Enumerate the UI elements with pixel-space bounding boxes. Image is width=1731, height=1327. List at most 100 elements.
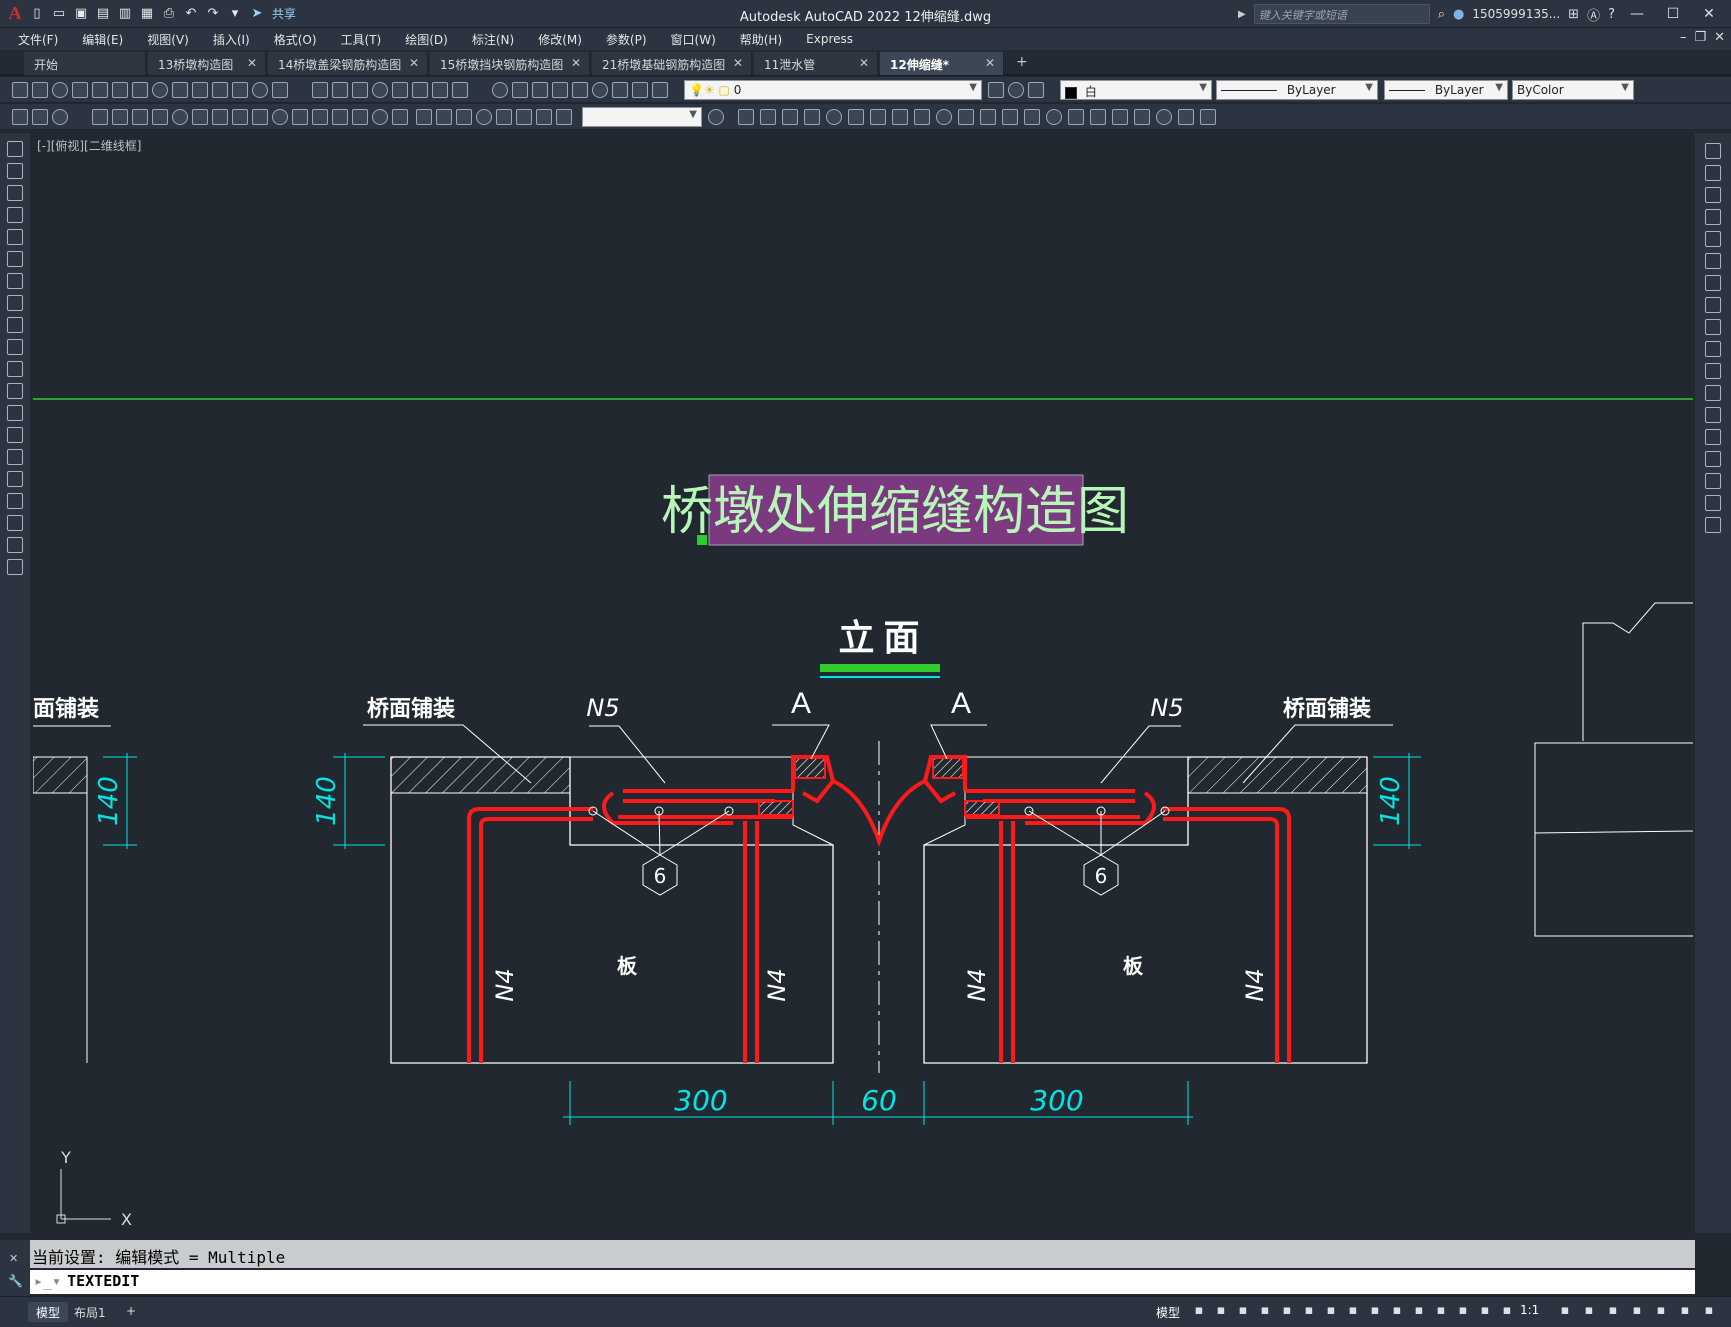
- color-dropdown[interactable]: 白 ▼: [1060, 80, 1212, 100]
- tab-21[interactable]: 21桥墩基础钢筋构造图 ✕: [592, 52, 752, 75]
- command-grip[interactable]: ✕ 🔧: [0, 1240, 30, 1296]
- draw-tool-icon[interactable]: [7, 449, 23, 465]
- doc-restore-button[interactable]: ❐: [1694, 30, 1706, 45]
- modify-tool-icon[interactable]: [1705, 429, 1721, 445]
- dimension-tool-icon[interactable]: [760, 109, 776, 125]
- tab-12-active[interactable]: 12伸缩缝* ✕: [880, 52, 1004, 75]
- status-toggle-icon[interactable]: ▪: [1366, 1303, 1384, 1321]
- draw-tool-icon[interactable]: [7, 515, 23, 531]
- status-toggle-icon[interactable]: ▪: [1498, 1303, 1516, 1321]
- modify-tool-icon[interactable]: [1705, 407, 1721, 423]
- dimension-tool-icon[interactable]: [1068, 109, 1084, 125]
- menu-view[interactable]: 视图(V): [135, 31, 201, 48]
- dimension-tool-icon[interactable]: [1112, 109, 1128, 125]
- dimension-tool-icon[interactable]: [1200, 109, 1216, 125]
- drawing-canvas[interactable]: 桥墩处伸缩缝构造图 立 面 面铺装 140 桥面铺装 6 N5 A 板 N4 N…: [33, 133, 1693, 1235]
- draw-tool-icon[interactable]: [7, 471, 23, 487]
- menu-format[interactable]: 格式(O): [262, 31, 329, 48]
- dimension-tool-icon[interactable]: [914, 109, 930, 125]
- draw-tool-icon[interactable]: [7, 207, 23, 223]
- tab-15[interactable]: 15桥墩挡块钢筋构造图 ✕: [430, 52, 590, 75]
- menu-modify[interactable]: 修改(M): [526, 31, 594, 48]
- close-icon[interactable]: ✕: [859, 56, 869, 70]
- standard-tool-icon[interactable]: [132, 82, 148, 98]
- status-toggle-icon[interactable]: ▪: [1300, 1303, 1318, 1321]
- dimension-tool-icon[interactable]: [870, 109, 886, 125]
- dimension-tool-icon[interactable]: [392, 109, 408, 125]
- draw-tool-icon[interactable]: [7, 229, 23, 245]
- close-icon[interactable]: ✕: [985, 56, 995, 70]
- search-icon[interactable]: ⌕: [1438, 7, 1445, 22]
- standard-tool-icon[interactable]: [52, 82, 68, 98]
- user-icon[interactable]: ●: [1453, 7, 1464, 22]
- dimension-tool-icon[interactable]: [232, 109, 248, 125]
- layout-tab-model[interactable]: 模型: [28, 1302, 69, 1322]
- main-title[interactable]: 桥墩处伸缩缝构造图: [661, 483, 1129, 541]
- dimension-tool-icon[interactable]: [456, 109, 472, 125]
- dimension-tool-icon[interactable]: [738, 109, 754, 125]
- draw-tool-icon[interactable]: [7, 559, 23, 575]
- modify-tool-icon[interactable]: [1705, 385, 1721, 401]
- dimension-tool-icon[interactable]: [1024, 109, 1040, 125]
- draw-tool-icon[interactable]: [7, 163, 23, 179]
- status-tool-icon[interactable]: ▪: [1580, 1303, 1598, 1321]
- dimension-tool-icon[interactable]: [1090, 109, 1106, 125]
- standard-tool-icon[interactable]: [1028, 82, 1044, 98]
- standard-tool-icon[interactable]: [212, 82, 228, 98]
- menu-edit[interactable]: 编辑(E): [70, 31, 135, 48]
- draw-tool-icon[interactable]: [7, 361, 23, 377]
- dimension-tool-icon[interactable]: [958, 109, 974, 125]
- standard-tool-icon[interactable]: [1008, 82, 1024, 98]
- status-toggle-icon[interactable]: ▪: [1432, 1303, 1450, 1321]
- standard-tool-icon[interactable]: [552, 82, 568, 98]
- dimension-tool-icon[interactable]: [936, 109, 952, 125]
- status-toggle-icon[interactable]: ▪: [1322, 1303, 1340, 1321]
- status-tool-icon[interactable]: ▪: [1700, 1303, 1718, 1321]
- modify-tool-icon[interactable]: [1705, 297, 1721, 313]
- status-toggle-icon[interactable]: ▪: [1410, 1303, 1428, 1321]
- dimension-tool-icon[interactable]: [804, 109, 820, 125]
- standard-tool-icon[interactable]: [272, 82, 288, 98]
- modify-tool-icon[interactable]: [1705, 209, 1721, 225]
- status-tool-icon[interactable]: ▪: [1628, 1303, 1646, 1321]
- dimension-tool-icon[interactable]: [536, 109, 552, 125]
- dimension-tool-icon[interactable]: [192, 109, 208, 125]
- menu-express[interactable]: Express: [794, 32, 865, 46]
- menu-parametric[interactable]: 参数(P): [594, 31, 659, 48]
- standard-tool-icon[interactable]: [412, 82, 428, 98]
- standard-tool-icon[interactable]: [152, 82, 168, 98]
- help-icon[interactable]: ?: [1608, 7, 1615, 22]
- dimension-tool-icon[interactable]: [892, 109, 908, 125]
- menu-file[interactable]: 文件(F): [0, 31, 70, 48]
- standard-tool-icon[interactable]: [652, 82, 668, 98]
- new-tab-button[interactable]: +: [1016, 54, 1028, 70]
- status-toggle-icon[interactable]: ▪: [1234, 1303, 1252, 1321]
- status-toggle-icon[interactable]: ▪: [1388, 1303, 1406, 1321]
- dimension-tool-icon[interactable]: [1156, 109, 1172, 125]
- dimension-tool-icon[interactable]: [152, 109, 168, 125]
- dimension-tool-icon[interactable]: [52, 109, 68, 125]
- modify-tool-icon[interactable]: [1705, 275, 1721, 291]
- dimension-tool-icon[interactable]: [372, 109, 388, 125]
- standard-tool-icon[interactable]: [192, 82, 208, 98]
- status-toggle-icon[interactable]: ▪: [1454, 1303, 1472, 1321]
- dimension-tool-icon[interactable]: [516, 109, 532, 125]
- cart-icon[interactable]: ⊞: [1568, 7, 1579, 22]
- modify-tool-icon[interactable]: [1705, 187, 1721, 203]
- dimension-tool-icon[interactable]: [272, 109, 288, 125]
- modify-tool-icon[interactable]: [1705, 143, 1721, 159]
- wrench-icon[interactable]: 🔧: [8, 1274, 23, 1288]
- annotation-scale[interactable]: 1:1: [1520, 1303, 1539, 1317]
- dimension-tool-icon[interactable]: [332, 109, 348, 125]
- modify-tool-icon[interactable]: [1705, 231, 1721, 247]
- modify-tool-icon[interactable]: [1705, 517, 1721, 533]
- dimension-tool-icon[interactable]: [292, 109, 308, 125]
- dimension-tool-icon[interactable]: [782, 109, 798, 125]
- standard-tool-icon[interactable]: [72, 82, 88, 98]
- standard-tool-icon[interactable]: [372, 82, 388, 98]
- dimension-tool-icon[interactable]: [1178, 109, 1194, 125]
- standard-tool-icon[interactable]: [112, 82, 128, 98]
- close-icon[interactable]: ✕: [409, 56, 419, 70]
- dimension-tool-icon[interactable]: [1046, 109, 1062, 125]
- dimension-tool-icon[interactable]: [416, 109, 432, 125]
